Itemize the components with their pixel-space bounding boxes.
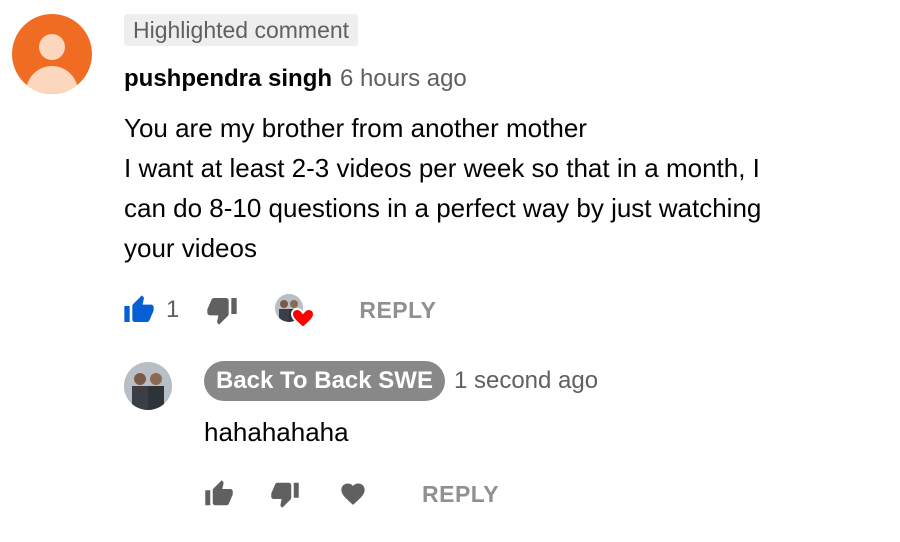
thumbs-up-icon [205,480,233,506]
thumbs-down-icon [207,298,238,325]
comment-thread: Highlighted comment pushpendra singh 6 ho… [0,0,900,542]
like-button[interactable] [202,477,236,511]
comment-timestamp[interactable]: 6 hours ago [340,65,467,92]
author-name[interactable]: pushpendra singh [124,65,332,92]
comment-line: I want at least 2-3 videos per week so t… [124,153,760,183]
reply-actions: REPLY [202,474,499,514]
reply-timestamp[interactable]: 1 second ago [454,367,598,395]
reply-text: hahahahaha [204,417,349,447]
highlighted-comment-badge: Highlighted comment [124,14,359,46]
comment-line: your videos [124,233,257,263]
creator-heart-icon[interactable] [275,290,319,330]
comment-text: You are my brother from another mother I… [124,108,844,268]
thumbs-down-icon [271,482,299,508]
person-icon [39,34,65,60]
reply-button[interactable]: REPLY [359,297,436,324]
heart-icon [341,483,365,505]
heart-icon [291,308,316,329]
comment-header: pushpendra singh 6 hours ago [124,62,467,96]
channel-avatar[interactable] [124,362,172,410]
dislike-button[interactable] [268,477,302,511]
heart-button[interactable] [336,477,370,511]
comment-actions: 1 REPLY [122,290,436,330]
dislike-button[interactable] [205,293,239,327]
like-count: 1 [166,296,180,323]
channel-owner-badge[interactable]: Back To Back SWE [204,361,445,401]
like-button[interactable] [122,293,156,327]
author-avatar[interactable] [12,14,92,94]
comment-line: You are my brother from another mother [124,113,587,143]
reply-button[interactable]: REPLY [422,481,499,508]
thumbs-up-icon [124,295,154,322]
reply-header: Back To Back SWE 1 second ago [204,361,598,401]
comment-line: can do 8-10 questions in a perfect way b… [124,193,762,223]
